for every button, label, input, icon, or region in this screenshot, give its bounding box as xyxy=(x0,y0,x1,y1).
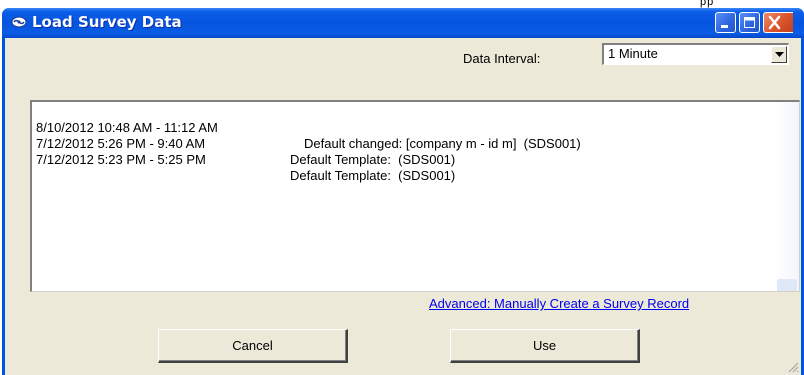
record-time-range: 7/12/2012 5:23 PM - 5:25 PM xyxy=(36,152,206,167)
scrollbar-thumb[interactable] xyxy=(777,279,797,291)
record-description: Default Template: (SDS001) xyxy=(290,168,456,183)
list-item[interactable]: 8/10/2012 10:48 AM - 11:12 AM Default ch… xyxy=(36,104,581,151)
advanced-create-record-link[interactable]: Advanced: Manually Create a Survey Recor… xyxy=(429,296,689,311)
record-description: Default Template: (SDS001) xyxy=(290,152,456,167)
background-text: pp xyxy=(700,0,715,8)
close-button[interactable] xyxy=(763,12,793,33)
close-icon xyxy=(768,15,781,30)
data-interval-select[interactable]: 1 Minute xyxy=(602,43,789,65)
record-description: Default changed: [company m - id m] (SDS… xyxy=(304,136,581,151)
cancel-button[interactable]: Cancel xyxy=(158,329,348,363)
background-strip: pp xyxy=(0,0,804,8)
minimize-icon xyxy=(721,25,728,28)
use-button[interactable]: Use xyxy=(450,329,640,363)
minimize-button[interactable] xyxy=(715,12,736,33)
list-item[interactable]: 7/12/2012 5:26 PM - 9:40 AM Default Temp… xyxy=(36,120,455,167)
list-item[interactable]: 7/12/2012 5:23 PM - 5:25 PM Default Temp… xyxy=(36,136,455,183)
maximize-button[interactable] xyxy=(739,12,760,33)
title-bar[interactable]: Load Survey Data xyxy=(2,8,804,38)
dropdown-button[interactable] xyxy=(771,46,787,63)
load-survey-data-dialog: Load Survey Data Data Interval: 1 Minute xyxy=(2,8,804,375)
data-interval-label: Data Interval: xyxy=(463,51,541,66)
data-interval-value: 1 Minute xyxy=(608,46,658,61)
resize-grip-icon[interactable] xyxy=(787,361,799,373)
survey-record-list[interactable]: 8/10/2012 10:48 AM - 11:12 AM Default ch… xyxy=(30,100,800,292)
scrollbar[interactable] xyxy=(775,102,799,291)
dialog-body: Data Interval: 1 Minute 8/10/2012 10:48 … xyxy=(5,38,801,375)
chevron-down-icon xyxy=(775,52,784,57)
window-title: Load Survey Data xyxy=(32,13,182,31)
maximize-icon xyxy=(744,17,755,28)
survey-app-icon xyxy=(11,15,27,29)
